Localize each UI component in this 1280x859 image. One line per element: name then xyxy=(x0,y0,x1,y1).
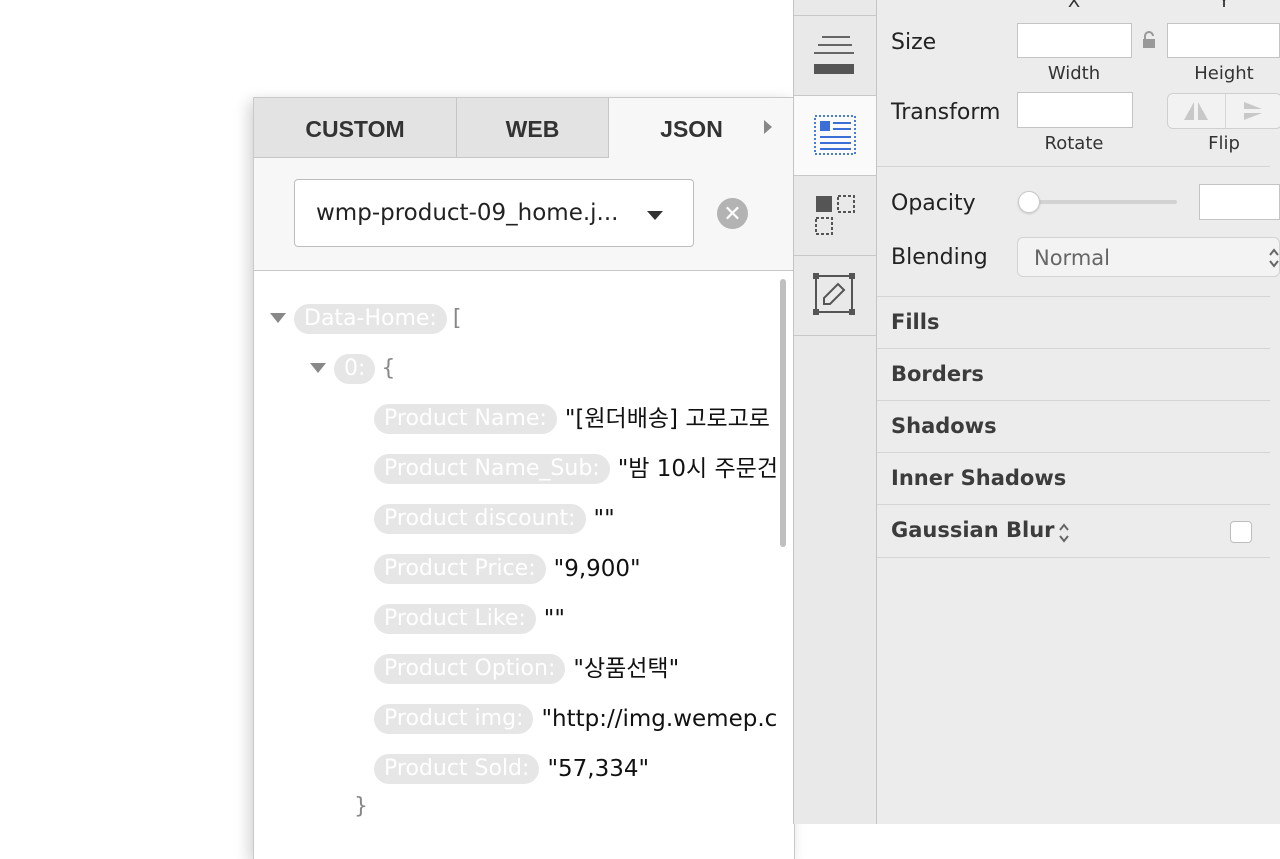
field-value: "" xyxy=(593,506,615,532)
tree-item-key[interactable]: 0: xyxy=(334,354,376,384)
json-tree: Data-Home:[ 0:{ Product Name: "[원더배송] 고로고… xyxy=(254,270,794,859)
tree-close-row: } xyxy=(348,792,368,822)
tree-root-key[interactable]: Data-Home: xyxy=(294,304,447,334)
text-layout-icon xyxy=(814,115,856,155)
y-label: Y xyxy=(1218,0,1230,12)
flip-control xyxy=(1167,93,1280,129)
section-borders[interactable]: Borders xyxy=(877,348,1270,400)
tree-field-row: Product discount: "" xyxy=(374,504,615,534)
toolbar-button-align[interactable] xyxy=(794,16,876,96)
height-input[interactable] xyxy=(1167,23,1280,58)
edit-artboard-icon xyxy=(813,273,855,315)
gaussian-blur-checkbox[interactable] xyxy=(1230,521,1252,543)
toolbar-button-text-layout[interactable] xyxy=(794,96,876,176)
section-shadows[interactable]: Shadows xyxy=(877,400,1270,452)
align-bottom-icon xyxy=(814,36,854,74)
field-key[interactable]: Product Name: xyxy=(374,404,557,434)
toolbar-button-symbols[interactable] xyxy=(794,176,876,256)
field-key[interactable]: Product Like: xyxy=(374,604,536,634)
tree-field-row: Product Option: "상품선택" xyxy=(374,654,679,684)
field-value: "[원더배송] 고로고로 xyxy=(564,406,770,432)
tree-field-row: Product Sold: "57,334" xyxy=(374,754,649,784)
tree-field-row: Product Like: "" xyxy=(374,604,565,634)
field-key[interactable]: Product Option: xyxy=(374,654,566,684)
opacity-input[interactable] xyxy=(1199,184,1280,220)
inspector-panel: X Y Size Width Height Transform Rotate F… xyxy=(877,0,1280,824)
blur-type-stepper-icon[interactable] xyxy=(1057,521,1071,545)
tree-field-row: Product Price: "9,900" xyxy=(374,554,641,584)
selected-file-name: wmp-product-09_home.j... xyxy=(316,200,619,226)
section-title: Shadows xyxy=(891,414,997,438)
field-key[interactable]: Product Sold: xyxy=(374,754,540,784)
tree-root-row: Data-Home:[ xyxy=(270,304,461,334)
tree-item-row: 0:{ xyxy=(310,354,395,384)
divider xyxy=(877,166,1270,167)
tab-custom[interactable]: CUSTOM xyxy=(254,98,457,158)
flip-label: Flip xyxy=(1208,133,1240,154)
stepper-arrows-icon xyxy=(1269,248,1279,268)
tab-bar: CUSTOM WEB JSON xyxy=(254,98,794,158)
disclosure-triangle-icon[interactable] xyxy=(270,313,286,323)
field-value: "" xyxy=(543,606,565,632)
disclosure-triangle-icon[interactable] xyxy=(310,363,326,373)
flip-horizontal-button[interactable] xyxy=(1168,94,1224,128)
chevron-down-icon xyxy=(647,211,663,220)
scrollbar-thumb[interactable] xyxy=(780,279,786,547)
flip-vertical-button[interactable] xyxy=(1225,94,1280,128)
flip-vertical-icon xyxy=(1244,102,1262,120)
width-input[interactable] xyxy=(1017,23,1132,58)
tab-json[interactable]: JSON xyxy=(609,98,774,158)
height-label: Height xyxy=(1194,63,1254,84)
opacity-slider-thumb[interactable] xyxy=(1018,191,1040,213)
field-value: "http://img.wemep.c xyxy=(541,706,778,732)
symbol-override-icon xyxy=(815,195,855,235)
transform-label: Transform xyxy=(891,100,1001,125)
opacity-slider-track[interactable] xyxy=(1027,200,1177,204)
open-bracket: [ xyxy=(452,306,462,331)
inspector-toolbar xyxy=(793,0,877,824)
section-title: Inner Shadows xyxy=(891,466,1067,490)
section-gaussian-blur[interactable]: Gaussian Blur xyxy=(877,504,1270,558)
lock-icon[interactable] xyxy=(1142,30,1156,50)
json-file-select[interactable]: wmp-product-09_home.j... xyxy=(294,179,694,247)
field-key[interactable]: Product Name_Sub: xyxy=(374,454,610,484)
section-inner-shadows[interactable]: Inner Shadows xyxy=(877,452,1270,504)
section-fills[interactable]: Fills xyxy=(877,296,1270,348)
close-brace: } xyxy=(354,794,368,819)
field-value: "57,334" xyxy=(547,756,650,782)
field-key[interactable]: Product Price: xyxy=(374,554,546,584)
width-label: Width xyxy=(1047,63,1101,84)
field-key[interactable]: Product discount: xyxy=(374,504,586,534)
tree-field-row: Product Name_Sub: "밤 10시 주문건 xyxy=(374,454,778,484)
tree-field-row: Product img: "http://img.wemep.c xyxy=(374,704,777,734)
section-title: Fills xyxy=(891,310,940,334)
opacity-label: Opacity xyxy=(891,191,976,216)
tab-web[interactable]: WEB xyxy=(457,98,609,158)
blending-label: Blending xyxy=(891,245,988,270)
x-label: X xyxy=(1067,0,1081,12)
toolbar-button-top[interactable] xyxy=(794,0,876,16)
rotate-label: Rotate xyxy=(1044,133,1104,154)
blending-select[interactable]: Normal xyxy=(1017,237,1280,277)
data-panel: CUSTOM WEB JSON wmp-product-09_home.j...… xyxy=(253,97,795,859)
chevron-right-icon[interactable] xyxy=(764,120,772,134)
section-title: Gaussian Blur xyxy=(891,518,1055,542)
section-title: Borders xyxy=(891,362,984,386)
field-value: "상품선택" xyxy=(573,656,680,682)
blending-value: Normal xyxy=(1034,246,1110,270)
clear-icon[interactable]: ✕ xyxy=(717,198,748,229)
open-brace: { xyxy=(381,356,396,381)
field-key[interactable]: Product img: xyxy=(374,704,534,734)
field-value: "밤 10시 주문건 xyxy=(617,456,778,482)
toolbar-button-edit[interactable] xyxy=(794,256,876,336)
size-label: Size xyxy=(891,30,937,55)
flip-horizontal-icon xyxy=(1184,102,1208,120)
field-value: "9,900" xyxy=(553,556,641,582)
rotate-input[interactable] xyxy=(1017,92,1133,128)
tree-field-row: Product Name: "[원더배송] 고로고로 xyxy=(374,404,770,434)
